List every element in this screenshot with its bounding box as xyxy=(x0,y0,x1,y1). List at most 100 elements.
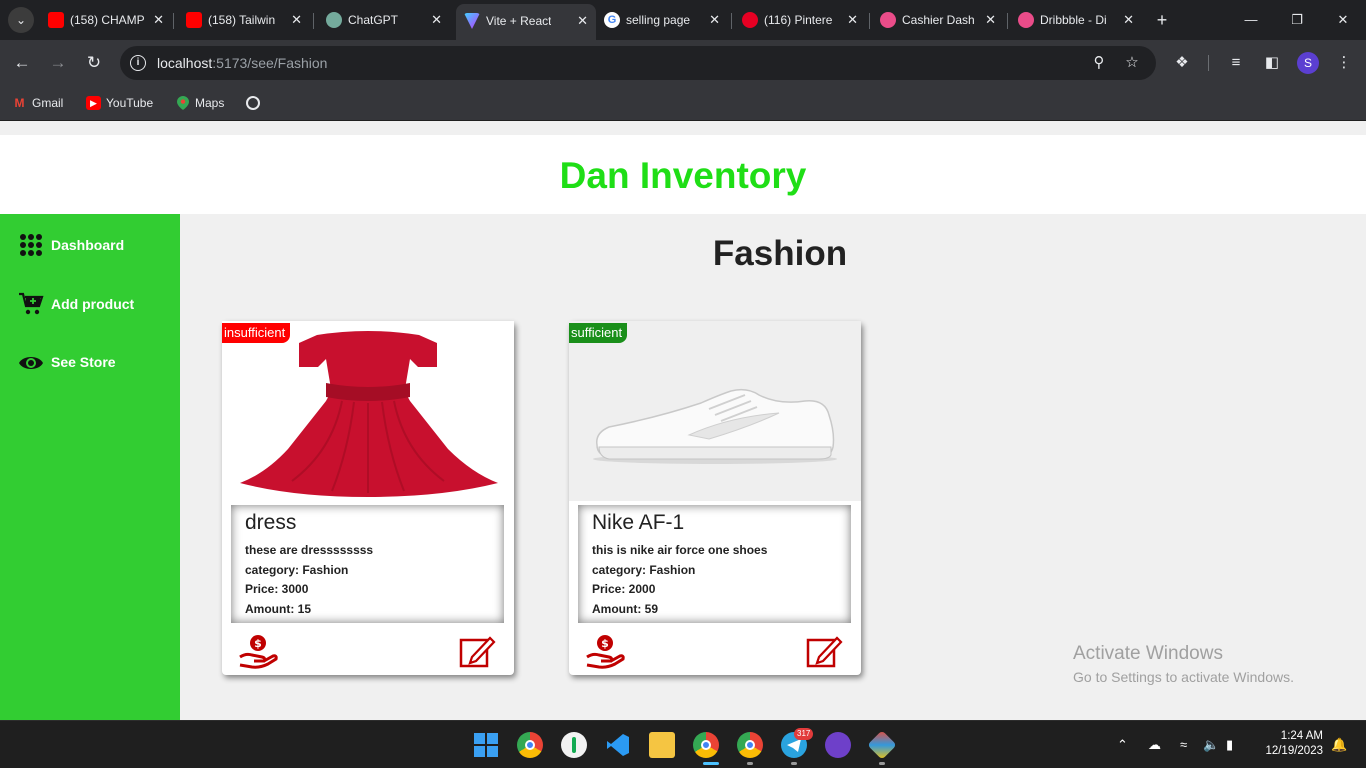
more-menu-icon[interactable]: ⋮ xyxy=(1333,52,1355,74)
chrome-alt-profile-icon[interactable] xyxy=(737,732,763,758)
tab-6[interactable]: Cashier Dash ✕ xyxy=(872,6,1004,34)
url-text[interactable]: localhost:5173/see/Fashion xyxy=(157,55,327,71)
tab-2[interactable]: ChatGPT ✕ xyxy=(318,6,450,34)
telegram-icon[interactable]: 317 xyxy=(781,728,814,758)
gmail-icon: M xyxy=(14,96,25,110)
grid-dots-icon xyxy=(20,234,42,256)
product-category: category: Fashion xyxy=(592,562,696,577)
tab-7[interactable]: Dribbble - Di ✕ xyxy=(1010,6,1142,34)
product-details: dress these are dressssssss category: Fa… xyxy=(231,505,504,623)
bookmark-globe[interactable] xyxy=(246,93,260,113)
product-card[interactable]: insufficient dress these are dressssssss… xyxy=(222,321,514,675)
product-amount: Amount: 15 xyxy=(245,601,311,616)
network-off-icon[interactable]: ☁ xyxy=(1148,735,1161,755)
pinterest-icon xyxy=(742,12,758,28)
red-dress-image xyxy=(222,321,514,501)
close-tab-icon[interactable]: ✕ xyxy=(847,6,858,34)
close-tab-icon[interactable]: ✕ xyxy=(985,6,996,34)
notification-bell-icon[interactable]: 🔔 xyxy=(1331,735,1347,755)
edit-icon[interactable] xyxy=(458,633,498,669)
sidebar-item-add-product[interactable]: Add product xyxy=(18,291,134,317)
web-page: Dan Inventory Dashboard Add product See … xyxy=(0,121,1366,720)
dribbble-icon xyxy=(1018,12,1034,28)
windows-taskbar: 317 ⌃ ☁ ≈ 🔈 ▮ 1:24 AM 12/19/2023 🔔 xyxy=(0,720,1366,768)
git-icon[interactable] xyxy=(867,730,897,760)
browser-toolbar: ← → ↻ i localhost:5173/see/Fashion ⚲ ☆ ❖… xyxy=(0,40,1366,86)
product-name: Nike AF-1 xyxy=(592,511,685,534)
media-queue-icon[interactable]: ≡ xyxy=(1225,52,1247,74)
restore-icon[interactable]: ❐ xyxy=(1274,0,1320,40)
close-tab-icon[interactable]: ✕ xyxy=(709,6,720,34)
svg-text:$: $ xyxy=(254,637,262,650)
svg-text:$: $ xyxy=(601,637,609,650)
tab-1[interactable]: (158) Tailwin ✕ xyxy=(178,6,310,34)
vscode-icon[interactable] xyxy=(605,732,631,758)
telegram-unread-badge: 317 xyxy=(794,728,814,740)
bookmark-star-icon[interactable]: ☆ xyxy=(1122,53,1142,73)
chrome-icon[interactable] xyxy=(517,732,543,758)
new-tab-plus-icon[interactable]: + xyxy=(1152,6,1172,34)
youtube-icon xyxy=(48,12,64,28)
sidebar-item-see-store[interactable]: See Store xyxy=(18,349,116,375)
product-details: Nike AF-1 this is nike air force one sho… xyxy=(578,505,851,623)
bookmarks-bar: M Gmail ▶ YouTube Maps xyxy=(0,86,1366,121)
tab-5[interactable]: (116) Pintere ✕ xyxy=(734,6,866,34)
product-card[interactable]: sufficient Nike AF-1 this is nike air fo… xyxy=(569,321,861,675)
close-tab-icon[interactable]: ✕ xyxy=(291,6,302,34)
clock[interactable]: 1:24 AM 12/19/2023 xyxy=(1258,729,1323,759)
close-tab-icon[interactable]: ✕ xyxy=(577,4,588,38)
white-sneaker-image xyxy=(569,321,861,501)
bookmark-youtube[interactable]: ▶ YouTube xyxy=(86,93,153,113)
bookmark-maps[interactable]: Maps xyxy=(175,93,224,113)
forward-arrow-icon[interactable]: → xyxy=(46,51,70,75)
site-header: Dan Inventory xyxy=(0,135,1366,214)
bookmark-gmail[interactable]: M Gmail xyxy=(12,93,64,113)
github-desktop-icon[interactable] xyxy=(825,732,851,758)
sidebar: Dashboard Add product See Store xyxy=(0,214,180,720)
eye-icon xyxy=(19,357,43,369)
start-windows-icon[interactable] xyxy=(473,732,499,758)
tab-search-chevron-icon[interactable]: ⌄ xyxy=(8,7,34,33)
wifi-icon[interactable]: ≈ xyxy=(1180,735,1187,755)
product-amount: Amount: 59 xyxy=(592,601,658,616)
browser-tab-strip: ⌄ (158) CHAMP ✕ (158) Tailwin ✕ ChatGPT … xyxy=(0,0,1366,40)
profile-avatar[interactable]: S xyxy=(1297,52,1319,74)
file-explorer-icon[interactable] xyxy=(649,732,675,758)
address-bar[interactable]: i localhost:5173/see/Fashion ⚲ ☆ xyxy=(120,46,1156,80)
category-title: Fashion xyxy=(712,234,848,273)
sidebar-item-dashboard[interactable]: Dashboard xyxy=(18,232,124,258)
back-arrow-icon[interactable]: ← xyxy=(10,51,34,75)
minimize-icon[interactable]: — xyxy=(1228,0,1274,40)
close-tab-icon[interactable]: ✕ xyxy=(431,6,442,34)
product-description: these are dressssssss xyxy=(245,543,374,557)
tab-0[interactable]: (158) CHAMP ✕ xyxy=(40,6,172,34)
mongodb-compass-icon[interactable] xyxy=(561,732,587,758)
activate-windows-watermark: Activate Windows Go to Settings to activ… xyxy=(1073,643,1294,685)
globe-icon xyxy=(246,96,260,110)
volume-icon[interactable]: 🔈 xyxy=(1203,735,1219,755)
close-window-icon[interactable]: ✕ xyxy=(1320,0,1366,40)
maps-icon xyxy=(175,96,190,110)
vite-icon xyxy=(464,13,480,29)
tab-3-active[interactable]: Vite + React ✕ xyxy=(456,4,596,40)
google-icon: G xyxy=(604,12,620,28)
chrome-profile-icon[interactable] xyxy=(693,732,719,758)
reload-icon[interactable]: ↻ xyxy=(82,51,106,75)
close-tab-icon[interactable]: ✕ xyxy=(153,6,164,34)
chatgpt-icon xyxy=(326,12,342,28)
side-panel-icon[interactable]: ◧ xyxy=(1261,52,1283,74)
brand-title: Dan Inventory xyxy=(559,155,807,196)
sell-money-hand-icon[interactable]: $ xyxy=(585,633,625,669)
battery-icon[interactable]: ▮ xyxy=(1226,735,1233,755)
close-tab-icon[interactable]: ✕ xyxy=(1123,6,1134,34)
dribbble-icon xyxy=(880,12,896,28)
tab-4[interactable]: G selling page ✕ xyxy=(596,6,728,34)
site-info-icon[interactable]: i xyxy=(130,55,146,71)
status-badge: sufficient xyxy=(569,323,628,343)
zoom-search-icon[interactable]: ⚲ xyxy=(1089,53,1109,73)
extensions-puzzle-icon[interactable]: ❖ xyxy=(1171,52,1193,74)
sell-money-hand-icon[interactable]: $ xyxy=(238,633,278,669)
product-description: this is nike air force one shoes xyxy=(592,543,768,557)
tray-chevron-up-icon[interactable]: ⌃ xyxy=(1117,735,1128,755)
edit-icon[interactable] xyxy=(805,633,845,669)
